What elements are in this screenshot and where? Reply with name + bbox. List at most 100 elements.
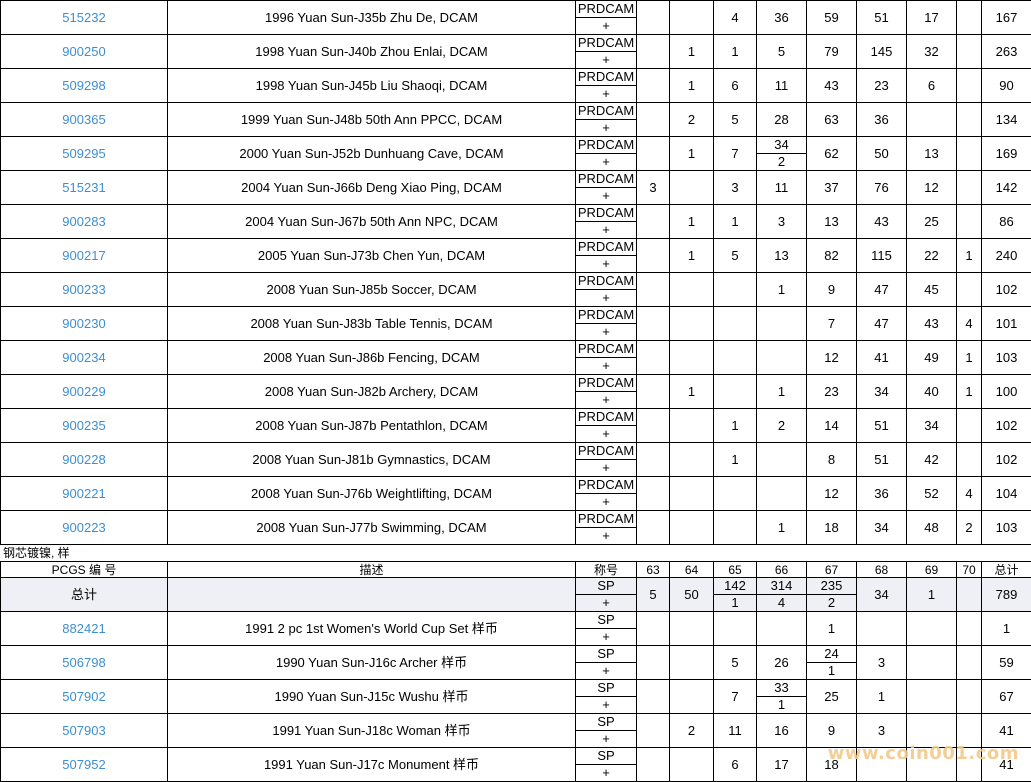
grade-66-count: 11 [756,170,807,205]
grade-69-count [906,679,957,714]
coin-description: 2004 Yuan Sun-J66b Deng Xiao Ping, DCAM [167,170,576,205]
pcgs-number-link[interactable]: 515232 [0,0,168,35]
grade-70-count [956,102,982,137]
grade-designation-bottom: + [602,18,610,33]
grade-68-count: 34 [856,577,907,612]
pcgs-number-link[interactable]: 506798 [0,645,168,680]
grade-70-count [956,442,982,477]
grade-69-count: 6 [906,68,957,103]
pcgs-number-link[interactable]: 900230 [0,306,168,341]
grade-69-count: 1 [906,577,957,612]
row-total: 789 [981,577,1031,612]
pcgs-number-link[interactable]: 507903 [0,713,168,748]
grade-66-count [756,306,807,341]
table-row: 900250 1998 Yuan Sun-J40b Zhou Enlai, DCA… [0,34,1031,69]
grade-designation: PRDCAM + [575,306,637,341]
grade-68-count: 3 [856,645,907,680]
grade-70-count [956,577,982,612]
grade-65-count: 5 [713,645,757,680]
grade-67-count: 62 [806,136,857,171]
grade-69-count: 34 [906,408,957,443]
grade-63-count [636,374,670,409]
grade-designation-bottom: + [602,120,610,135]
pcgs-number-link[interactable]: 900283 [0,204,168,239]
pcgs-number-link[interactable]: 900233 [0,272,168,307]
pcgs-number-link[interactable]: 515231 [0,170,168,205]
grade-designation-bottom: + [602,86,610,101]
grade-68-count: 36 [856,476,907,511]
pcgs-number-link[interactable]: 900235 [0,408,168,443]
grade-68-count: 115 [856,238,907,273]
pcgs-number-link[interactable]: 900223 [0,510,168,545]
grade-64-count [669,476,714,511]
grade-63-count: 3 [636,170,670,205]
pcgs-number-link[interactable]: 882421 [0,611,168,646]
pcgs-number-link[interactable]: 509295 [0,136,168,171]
grade-designation-bottom: + [602,426,610,441]
header-65: 65 [713,561,757,578]
row-total: 240 [981,238,1031,273]
grade-67-count: 12 [806,340,857,375]
pcgs-number-link[interactable]: 507952 [0,747,168,782]
pcgs-number-link[interactable]: 900250 [0,34,168,69]
grade-designation-top: PRDCAM [576,477,636,494]
grade-66-count-bottom: 4 [777,595,786,610]
grade-64-count: 1 [669,374,714,409]
grade-63-count [636,272,670,307]
grade-64-count: 1 [669,238,714,273]
grade-63-count [636,238,670,273]
grade-64-count [669,645,714,680]
pcgs-number-link[interactable]: 900234 [0,340,168,375]
grade-69-count [906,102,957,137]
coin-description: 2008 Yuan Sun-J82b Archery, DCAM [167,374,576,409]
grade-66-count: 26 [756,645,807,680]
coin-description: 2008 Yuan Sun-J83b Table Tennis, DCAM [167,306,576,341]
grade-64-count [669,272,714,307]
grade-64-count: 1 [669,204,714,239]
grade-designation: PRDCAM + [575,170,637,205]
row-total: 102 [981,442,1031,477]
pcgs-number-link[interactable]: 900217 [0,238,168,273]
grade-designation-bottom: + [602,256,610,271]
grade-64-count [669,611,714,646]
header-total: 总计 [981,561,1031,578]
grade-69-count [906,611,957,646]
grade-65-count [713,374,757,409]
grade-designation-bottom: + [602,222,610,237]
grade-67-count-top: 235 [807,579,856,595]
header-grade: 称号 [575,561,637,578]
pcgs-number-link[interactable]: 507902 [0,679,168,714]
grade-64-count [669,442,714,477]
grade-63-count [636,510,670,545]
pcgs-number-link[interactable]: 509298 [0,68,168,103]
grade-designation: SP + [575,577,637,612]
grade-70-count: 4 [956,476,982,511]
grade-65-count: 1 [713,34,757,69]
grade-64-count: 50 [669,577,714,612]
header-68: 68 [856,561,907,578]
grade-68-count: 23 [856,68,907,103]
grade-70-count: 1 [956,374,982,409]
grade-68-count: 76 [856,170,907,205]
grade-65-count: 7 [713,136,757,171]
grade-65-count: 3 [713,170,757,205]
grade-64-count: 1 [669,68,714,103]
grade-65-count: 7 [713,679,757,714]
grade-designation: PRDCAM + [575,238,637,273]
coin-description: 2008 Yuan Sun-J76b Weightlifting, DCAM [167,476,576,511]
pcgs-number-link[interactable]: 900221 [0,476,168,511]
grade-66-count-bottom: 1 [777,697,786,712]
grade-65-count: 1 [713,442,757,477]
pcgs-number-link[interactable]: 900228 [0,442,168,477]
grade-designation: PRDCAM + [575,68,637,103]
grade-66-count: 36 [756,0,807,35]
grade-65-count [713,611,757,646]
pcgs-number-link[interactable]: 900365 [0,102,168,137]
grade-65-count: 6 [713,68,757,103]
grade-designation: SP + [575,611,637,646]
grade-66-count-top: 34 [757,138,806,154]
pcgs-number-link[interactable]: 900229 [0,374,168,409]
grade-designation: PRDCAM + [575,442,637,477]
row-total: 102 [981,272,1031,307]
section-label: 钢芯镀镍, 样 [3,546,70,560]
